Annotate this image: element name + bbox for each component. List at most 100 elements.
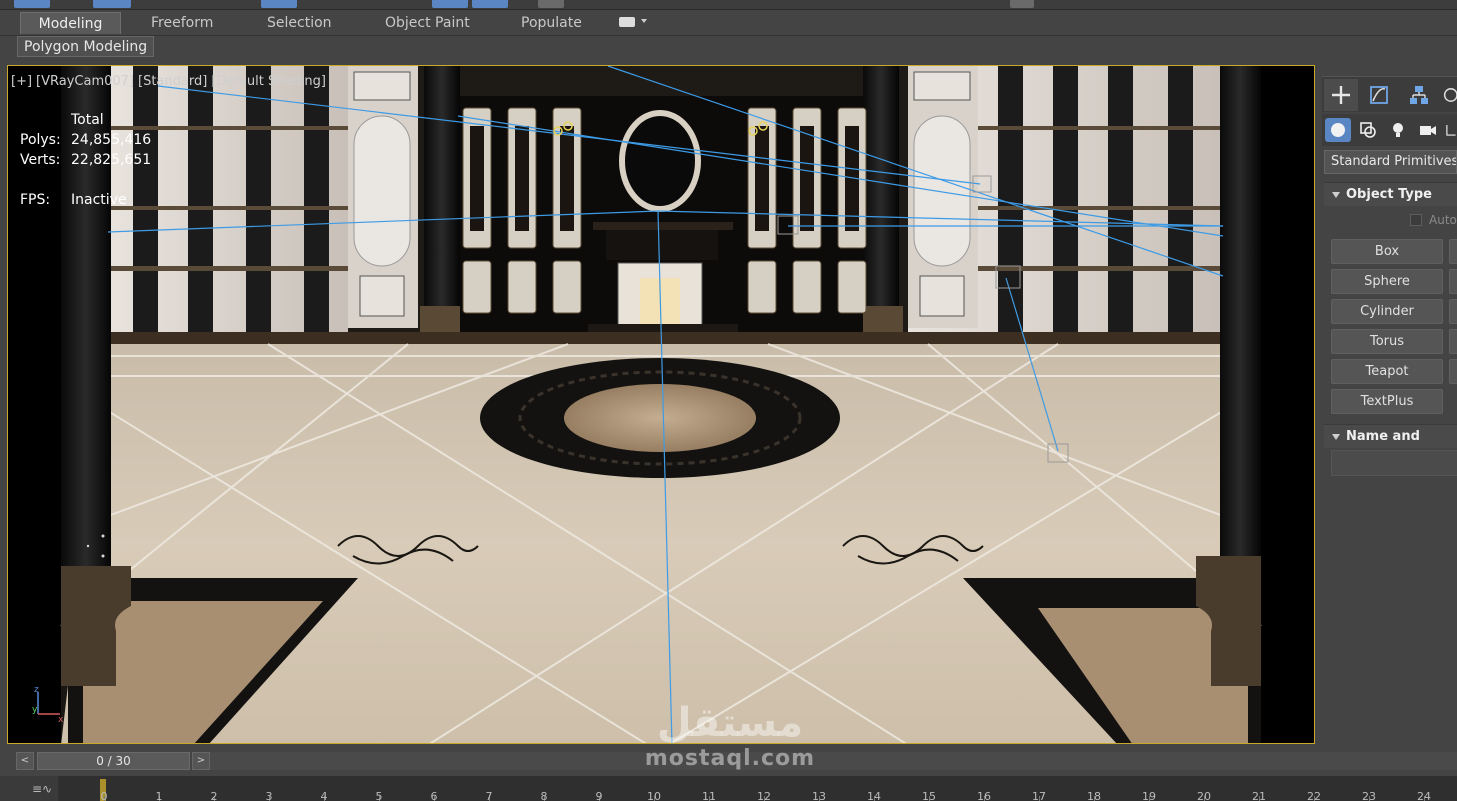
modify-tab[interactable]	[1362, 79, 1396, 111]
tab-object-paint[interactable]: Object Paint	[385, 12, 470, 34]
tube-button[interactable]	[1449, 299, 1457, 324]
scene-render	[8, 66, 1314, 743]
object-type-title: Object Type	[1346, 187, 1432, 202]
toolbar-region-button[interactable]	[93, 0, 131, 8]
ruler-label: 14	[867, 790, 881, 801]
ribbon-options-dropdown[interactable]	[619, 15, 649, 29]
viewport-label[interactable]: [+] [VRayCam007] [Standard] [Default Shadin…	[11, 74, 330, 89]
tab-populate[interactable]: Populate	[521, 12, 582, 34]
shapes-icon	[1360, 122, 1376, 138]
motion-icon	[1443, 88, 1457, 102]
ribbon-panel: Polygon Modeling	[0, 36, 1457, 58]
tab-selection[interactable]: Selection	[267, 12, 332, 34]
watermark-logo: مستقل	[656, 700, 804, 746]
viewport-camera-menu[interactable]: [VRayCam007]	[36, 74, 134, 89]
cylinder-button[interactable]: Cylinder	[1331, 299, 1443, 324]
time-slider-track[interactable]	[210, 752, 1457, 770]
object-type-rollout[interactable]: Object Type	[1324, 182, 1457, 206]
main-toolbar	[0, 0, 1457, 10]
curve-editor-icon[interactable]: ≡∿	[32, 782, 52, 796]
ruler-label: 20	[1197, 790, 1211, 801]
ruler-label: 9	[595, 790, 603, 801]
axis-tripod-icon: z y x	[32, 685, 64, 724]
geosphere-button[interactable]	[1449, 269, 1457, 294]
pyramid-button[interactable]	[1449, 329, 1457, 354]
object-name-field[interactable]	[1331, 450, 1457, 476]
ruler-label: 19	[1142, 790, 1156, 801]
tab-freeform[interactable]: Freeform	[151, 12, 213, 34]
motion-tab[interactable]	[1440, 79, 1457, 111]
app-window: Modeling Freeform Selection Object Paint…	[0, 0, 1457, 801]
geometry-icon	[1331, 123, 1345, 137]
geometry-category[interactable]	[1325, 118, 1351, 142]
toolbar-named-sets-button[interactable]	[538, 0, 564, 8]
plane-button[interactable]	[1449, 359, 1457, 384]
modify-icon	[1370, 86, 1388, 104]
create-icon	[1332, 86, 1350, 104]
toolbar-move-button[interactable]	[261, 0, 297, 8]
chevron-down-icon	[641, 19, 647, 23]
name-and-color-rollout[interactable]: Name and Color	[1324, 424, 1457, 468]
create-categories	[1322, 114, 1457, 146]
fps-label: FPS:	[20, 192, 51, 208]
toolbar-render-setup-button[interactable]	[1010, 0, 1034, 8]
ruler-label: 21	[1252, 790, 1266, 801]
ruler-label: 23	[1362, 790, 1376, 801]
command-panel-tabs	[1322, 76, 1457, 112]
viewport-area: [+] [VRayCam007] [Standard] [Default Shadin…	[0, 58, 1322, 748]
textplus-button[interactable]: TextPlus	[1331, 389, 1443, 414]
camera-viewport[interactable]: [+] [VRayCam007] [Standard] [Default Shadin…	[7, 65, 1315, 744]
toolbar-snap-button[interactable]	[432, 0, 468, 8]
tab-modeling[interactable]: Modeling	[20, 12, 121, 34]
sphere-button[interactable]: Sphere	[1331, 269, 1443, 294]
polygon-modeling-button[interactable]: Polygon Modeling	[17, 36, 155, 57]
collapse-triangle-icon	[1332, 192, 1340, 198]
ruler-label: 11	[702, 790, 716, 801]
ruler-label: 10	[647, 790, 661, 801]
helpers-icon	[1446, 124, 1456, 136]
autogrid-check[interactable]	[1410, 214, 1422, 226]
autogrid-checkbox[interactable]: AutoGrid	[1410, 213, 1457, 227]
command-panel: Standard Primitives Object Type AutoGrid…	[1322, 76, 1457, 486]
time-next-button[interactable]: >	[192, 752, 210, 770]
create-tab[interactable]	[1324, 79, 1358, 111]
lights-icon	[1393, 123, 1403, 137]
viewport-shading-menu[interactable]: [Default Shading]	[211, 74, 326, 89]
svg-text:y: y	[32, 705, 38, 715]
viewport-standard-menu[interactable]: [Standard]	[138, 74, 207, 89]
time-slider[interactable]: 0 / 30	[37, 752, 190, 770]
cameras-icon	[1420, 126, 1436, 135]
hierarchy-tab[interactable]	[1402, 79, 1436, 111]
verts-value: 22,825,651	[71, 152, 152, 168]
ruler-label: 3	[265, 790, 273, 801]
toolbar-select-button[interactable]	[14, 0, 50, 8]
helpers-category[interactable]	[1444, 118, 1457, 142]
verts-label: Verts:	[20, 152, 61, 168]
collapse-triangle-icon	[1332, 434, 1340, 440]
ribbon-options-icon	[619, 17, 635, 27]
torus-button[interactable]: Torus	[1331, 329, 1443, 354]
ruler-label: 12	[757, 790, 771, 801]
autogrid-label: AutoGrid	[1429, 213, 1457, 227]
cone-button[interactable]	[1449, 239, 1457, 264]
cameras-category[interactable]	[1415, 118, 1441, 142]
toolbar-angle-snap-button[interactable]	[472, 0, 508, 8]
shapes-category[interactable]	[1355, 118, 1381, 142]
front-column-right	[1220, 66, 1261, 576]
ribbon-tabs: Modeling Freeform Selection Object Paint…	[0, 10, 1457, 36]
watermark-url: mostaql.com	[644, 746, 816, 771]
box-button[interactable]: Box	[1331, 239, 1443, 264]
viewport-general-menu[interactable]: [+]	[11, 74, 32, 89]
ruler-label: 5	[375, 790, 383, 801]
teapot-button[interactable]: Teapot	[1331, 359, 1443, 384]
object-category-dropdown[interactable]: Standard Primitives	[1324, 150, 1457, 174]
lights-category[interactable]	[1385, 118, 1411, 142]
polys-value: 24,855,416	[71, 132, 152, 148]
right-wall	[908, 66, 1223, 336]
ruler-label: 6	[430, 790, 438, 801]
polys-label: Polys:	[20, 132, 61, 148]
watermark: مستقل mostaql.com	[640, 700, 820, 790]
time-prev-button[interactable]: <	[16, 752, 34, 770]
floor-medallion	[480, 358, 840, 478]
ruler-label: 15	[922, 790, 936, 801]
